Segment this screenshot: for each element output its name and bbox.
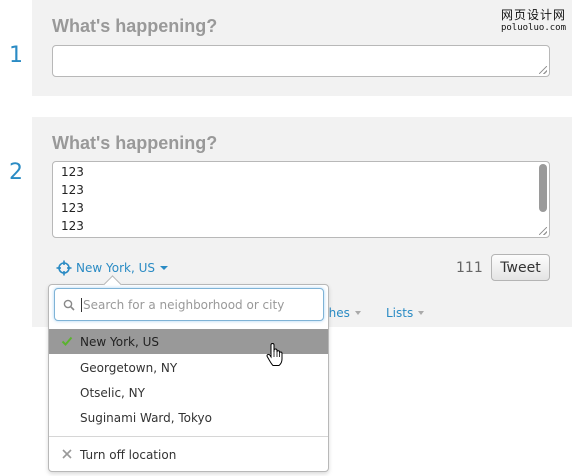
location-dropdown: Search for a neighborhood or city New Yo… — [48, 275, 329, 472]
location-option-label: Otselic, NY — [80, 385, 145, 400]
location-option-label: Georgetown, NY — [80, 360, 178, 375]
crosshair-icon — [56, 260, 72, 276]
composer-heading: What's happening? — [52, 133, 218, 153]
textarea-line: 123 — [61, 183, 84, 197]
step-number-1: 1 — [9, 43, 23, 68]
tab-label: Lists — [386, 306, 414, 320]
location-option-georgetown[interactable]: Georgetown, NY — [49, 355, 328, 380]
resize-grip-icon[interactable] — [539, 227, 547, 235]
location-option-suginami[interactable]: Suginami Ward, Tokyo — [49, 405, 328, 430]
step-number-2: 2 — [9, 160, 23, 185]
x-icon — [62, 449, 72, 459]
tweet-textarea[interactable] — [52, 45, 550, 77]
textarea-scrollbar[interactable] — [539, 164, 547, 212]
chevron-down-icon — [354, 311, 361, 315]
chevron-down-icon — [418, 311, 425, 315]
turn-off-location-label: Turn off location — [80, 447, 177, 462]
composer-panel-1: What's happening? — [32, 0, 572, 96]
location-option-otselic[interactable]: Otselic, NY — [49, 380, 328, 405]
textarea-line: 123 — [61, 201, 84, 215]
watermark: 网页设计网 poluoluo.com — [501, 6, 566, 33]
watermark-url: poluoluo.com — [500, 23, 566, 33]
hand-pointer-icon — [266, 343, 283, 366]
check-icon — [61, 336, 73, 346]
watermark-title: 网页设计网 — [500, 8, 566, 22]
search-placeholder: Search for a neighborhood or city — [81, 297, 285, 312]
tweet-button[interactable]: Tweet — [491, 254, 550, 281]
location-search-input[interactable]: Search for a neighborhood or city — [54, 288, 324, 321]
resize-grip-icon[interactable] — [539, 66, 547, 74]
composer-heading: What's happening? — [52, 16, 218, 36]
tab-lists[interactable]: Lists — [386, 306, 425, 320]
location-option-new-york[interactable]: New York, US — [49, 329, 328, 354]
location-label: New York, US — [76, 261, 155, 275]
textarea-line: 123 — [61, 219, 84, 233]
turn-off-location-button[interactable]: Turn off location — [49, 442, 328, 467]
location-option-label: New York, US — [80, 334, 159, 349]
textarea-line: 123 — [61, 165, 84, 179]
location-option-label: Suginami Ward, Tokyo — [80, 410, 212, 425]
dropdown-divider — [49, 436, 328, 437]
chevron-down-icon — [159, 266, 168, 270]
search-icon — [63, 299, 75, 311]
character-counter: 111 — [456, 260, 483, 276]
tweet-textarea[interactable]: 123 123 123 123 — [52, 161, 550, 238]
